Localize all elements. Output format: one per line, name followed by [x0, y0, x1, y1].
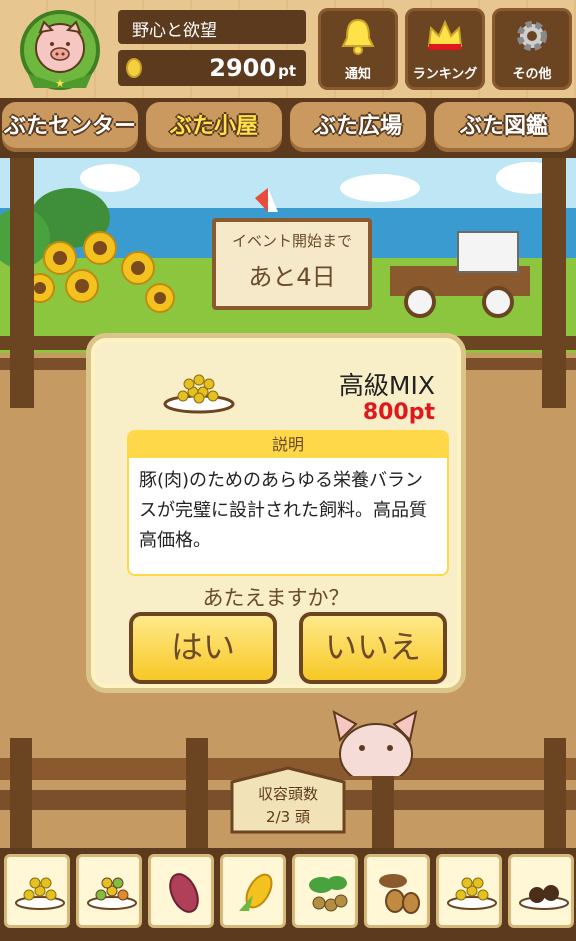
- crown-icon: [427, 19, 463, 50]
- notification-label: 通知: [344, 67, 371, 82]
- premium-mix-icon: [447, 877, 497, 910]
- header: ★ 野心と欲望 2900 pt 通知 ランキング その他: [0, 0, 576, 98]
- player-title: 野心と欲望: [118, 10, 306, 44]
- capacity-sign: 収容頭数 2/3 頭: [228, 766, 348, 834]
- points-unit: pt: [278, 62, 296, 80]
- feed-confirm-dialog: 高級MIX 800pt 説明 豚(肉)のためのあらゆる栄養バランスが完璧に設計さ…: [86, 333, 466, 693]
- player-avatar[interactable]: ★: [14, 8, 106, 94]
- notification-button[interactable]: 通知: [318, 8, 398, 90]
- acorn-icon: [379, 874, 420, 914]
- capacity-label: 収容頭数: [257, 785, 318, 803]
- points-display: 2900 pt: [118, 50, 306, 86]
- description-box: 説明 豚(肉)のためのあらゆる栄養バランスが完璧に設計された飼料。高品質高価格。: [129, 432, 447, 574]
- event-sign-caption: イベント開始まで: [231, 232, 352, 250]
- capacity-value: 2/3 頭: [266, 808, 310, 826]
- tab-buta-zukan[interactable]: ぶた図鑑: [434, 102, 574, 152]
- tab-buta-center[interactable]: ぶたセンター: [2, 102, 138, 152]
- beans-icon: [309, 876, 348, 912]
- food-slot-premium-mix[interactable]: [436, 854, 502, 928]
- event-sign: イベント開始まで あと4日: [212, 218, 372, 310]
- food-slot-feed-pellets[interactable]: [4, 854, 70, 928]
- tab-buta-hiroba[interactable]: ぶた広場: [290, 102, 426, 152]
- food-slot-sweet-potato[interactable]: [148, 854, 214, 928]
- gear-icon: [517, 21, 547, 51]
- ranking-label: ランキング: [412, 67, 478, 82]
- item-name: 高級MIX: [338, 371, 435, 400]
- tab-buta-koya[interactable]: ぶた小屋: [146, 102, 282, 152]
- sweet-potato-icon: [169, 873, 199, 913]
- food-slot-truffle[interactable]: [508, 854, 574, 928]
- ranking-button[interactable]: ランキング: [405, 8, 485, 90]
- points-value: 2900: [209, 54, 277, 82]
- other-button[interactable]: その他: [492, 8, 572, 90]
- bell-icon: [341, 18, 375, 55]
- coin-icon: [126, 58, 142, 78]
- food-bar: [0, 848, 576, 941]
- yes-button[interactable]: はい: [129, 612, 277, 684]
- no-button[interactable]: いいえ: [299, 612, 447, 684]
- description-header: 説明: [129, 432, 447, 458]
- corn-icon: [239, 873, 273, 911]
- other-label: その他: [512, 67, 552, 82]
- truffle-icon: [519, 885, 569, 910]
- food-slot-beans[interactable]: [292, 854, 358, 928]
- feed-pellets-icon: [15, 877, 65, 910]
- main-tabs: ぶたセンター ぶた小屋 ぶた広場 ぶた図鑑: [0, 98, 576, 158]
- food-slot-mixed-feed[interactable]: [76, 854, 142, 928]
- event-sign-countdown: あと4日: [248, 263, 336, 291]
- fence-post-left: [10, 158, 34, 408]
- fence-post-right: [542, 158, 566, 408]
- item-price: 800pt: [362, 400, 435, 425]
- confirm-question: あたえますか？: [202, 586, 350, 610]
- svg-text:★: ★: [55, 77, 65, 90]
- food-slot-acorn[interactable]: [364, 854, 430, 928]
- food-slot-corn[interactable]: [220, 854, 286, 928]
- premium-mix-icon: [163, 374, 235, 414]
- description-text: 豚(肉)のためのあらゆる栄養バランスが完璧に設計された飼料。高品質高価格。: [139, 470, 427, 551]
- pig-avatar-icon: ★: [20, 10, 100, 90]
- mixed-feed-icon: [87, 877, 137, 910]
